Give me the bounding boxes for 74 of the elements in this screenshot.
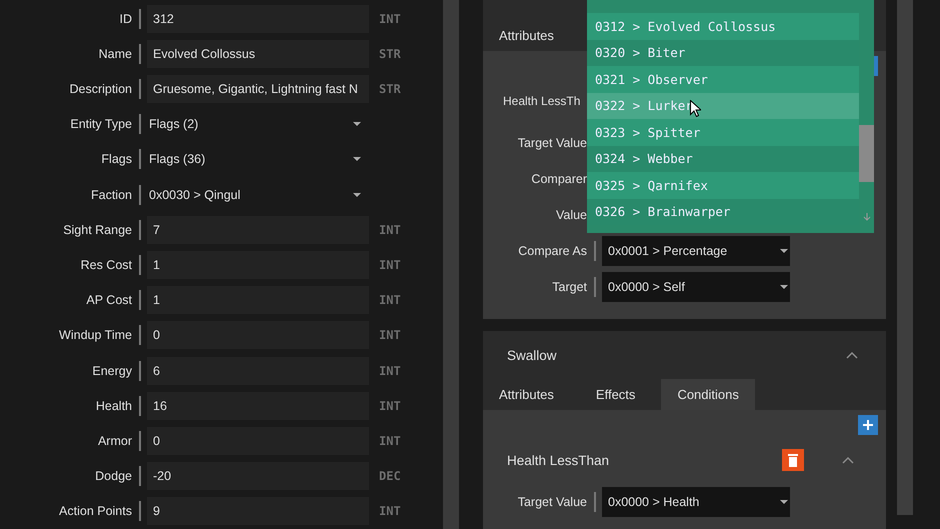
input-field[interactable]: 0 [147, 321, 369, 350]
type-tag: INT [379, 293, 401, 308]
type-tag: INT [379, 12, 401, 26]
tab[interactable]: Attributes [483, 20, 570, 51]
field-label: Health [94, 398, 132, 413]
field-label: Target Value [516, 495, 587, 509]
field-label: ID [118, 12, 132, 26]
dropdown-field[interactable]: 0x0001 > Percentage [602, 236, 790, 266]
type-tag: INT [379, 258, 401, 272]
input-field[interactable]: 16 [147, 392, 369, 420]
input-field[interactable]: Gruesome, Gigantic, Lightning fast N [147, 75, 369, 103]
scrollbar-thumb[interactable] [859, 125, 874, 182]
input-field[interactable]: -20 [147, 462, 369, 490]
delete-button[interactable] [782, 449, 804, 471]
condition-title: Health LessTh [502, 94, 580, 108]
caret-icon [780, 249, 788, 253]
type-tag: INT [379, 328, 401, 342]
dropdown-field[interactable]: Flags (36) [147, 145, 365, 174]
caret-icon [353, 192, 361, 197]
field-label: Compare As [517, 244, 587, 258]
chevron-up-icon[interactable] [842, 456, 854, 464]
caret-icon [353, 122, 361, 126]
field-label: Action Points [58, 504, 132, 518]
field-label: Entity Type [69, 117, 132, 132]
input-field[interactable]: 6 [147, 356, 369, 385]
field-label: Windup Time [58, 328, 132, 342]
dropdown-field[interactable]: 0x0000 > Health [602, 487, 790, 517]
type-tag: INT [379, 364, 401, 378]
tab[interactable]: Attributes [483, 379, 570, 410]
field-label: Target [551, 280, 587, 294]
input-field[interactable]: 1 [147, 251, 369, 280]
type-tag: INT [379, 434, 401, 448]
input-field[interactable]: 7 [147, 216, 369, 244]
input-field[interactable]: 0 [147, 427, 369, 456]
input-field[interactable]: Evolved Collossus [147, 40, 369, 68]
scrollbar[interactable] [443, 0, 459, 529]
input-field[interactable]: 312 [147, 4, 369, 33]
type-tag: INT [379, 504, 401, 518]
field-label: Target Value [516, 136, 587, 150]
field-label: AP Cost [85, 293, 132, 308]
mouse-cursor-icon [690, 100, 701, 117]
type-tag: INT [379, 222, 401, 237]
field-label: Faction [90, 188, 132, 202]
field-label: Name [98, 46, 132, 61]
tab[interactable]: Conditions [661, 379, 755, 410]
caret-icon [780, 285, 788, 289]
tab[interactable]: Effects [580, 379, 652, 410]
caret-icon [780, 500, 788, 504]
input-field[interactable]: 1 [147, 286, 369, 314]
add-button[interactable] [858, 415, 878, 435]
condition-title: Health LessThan [506, 452, 610, 468]
type-tag: STR [379, 46, 401, 61]
field-label: Comparer [530, 172, 587, 186]
field-label: Energy [91, 364, 132, 378]
field-label: Sight Range [62, 222, 132, 237]
type-tag: INT [379, 398, 401, 413]
dropdown-field[interactable]: Flags (2) [147, 110, 365, 138]
dropdown-field[interactable]: 0x0000 > Self [602, 272, 790, 302]
plus-icon [862, 419, 874, 431]
field-label: Flags [100, 152, 132, 166]
field-label: Description [68, 82, 132, 96]
type-tag: STR [379, 82, 401, 96]
type-tag: DEC [379, 469, 401, 484]
trash-icon [788, 454, 798, 466]
field-label: Dodge [94, 469, 132, 484]
dropdown-field[interactable]: 0x0030 > Qingul [147, 180, 365, 209]
input-field[interactable]: 9 [147, 497, 369, 526]
field-label: Res Cost [80, 258, 132, 272]
chevron-up-icon[interactable] [846, 352, 858, 358]
scrollbar[interactable] [897, 0, 913, 515]
field-label: Armor [96, 434, 132, 448]
caret-icon [353, 157, 361, 162]
field-label: Value [554, 208, 587, 222]
ability-title: Swallow [507, 348, 557, 362]
